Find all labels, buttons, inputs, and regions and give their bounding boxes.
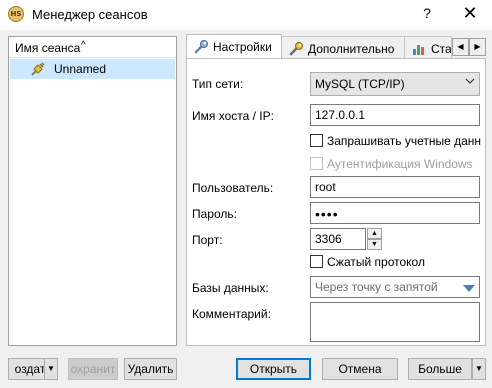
sort-ascending-icon: ^ <box>81 40 86 51</box>
windows-auth-label: Аутентификация Windows <box>327 157 473 171</box>
window-title: Менеджер сеансов <box>32 7 148 22</box>
compressed-protocol-label: Сжатый протокол <box>327 255 425 269</box>
host-label: Имя хоста / IP: <box>192 109 274 123</box>
chart-icon <box>413 45 424 55</box>
network-type-value: MySQL (TCP/IP) <box>315 77 405 91</box>
tab-label: Ста <box>431 42 452 56</box>
prompt-credentials-label: Запрашивать учетные данн <box>327 134 482 148</box>
open-button[interactable]: Открыть <box>236 358 311 380</box>
comment-label: Комментарий: <box>192 307 271 321</box>
session-item-unnamed[interactable]: Unnamed <box>10 59 175 79</box>
session-item-label: Unnamed <box>54 62 107 76</box>
tab-scroll-arrows: ◀ ▶ <box>452 38 486 56</box>
tab-strip: Дополнительно Ста Настройки <box>186 34 486 59</box>
tab-advanced[interactable]: Дополнительно <box>281 36 405 58</box>
close-button[interactable]: ✕ <box>462 3 478 24</box>
tab-label: Настройки <box>213 40 272 54</box>
host-input[interactable]: 127.0.0.1 <box>310 104 480 126</box>
delete-button[interactable]: Удалить <box>124 358 177 380</box>
tab-label: Дополнительно <box>308 42 395 56</box>
comment-textarea[interactable] <box>310 302 480 342</box>
network-type-label: Тип сети: <box>192 77 244 91</box>
new-session-dropdown-button[interactable]: ▼ <box>44 358 58 380</box>
dropdown-arrow-icon[interactable] <box>463 282 475 296</box>
title-bar: HS Менеджер сеансов ? ✕ <box>0 0 492 30</box>
app-logo-icon: HS <box>8 6 24 22</box>
tab-scroll-right-button[interactable]: ▶ <box>469 38 486 56</box>
session-list[interactable]: Имя сеанса ^ Unnamed <box>8 36 177 346</box>
wrench-icon <box>194 40 208 54</box>
databases-placeholder: Через точку с запятой <box>315 280 438 294</box>
port-label: Порт: <box>192 233 223 247</box>
compressed-protocol-checkbox-row[interactable]: Сжатый протокол <box>310 255 425 269</box>
port-decrement-button[interactable]: ▼ <box>367 239 382 250</box>
more-button[interactable]: Больше <box>408 358 472 380</box>
port-increment-button[interactable]: ▲ <box>367 228 382 239</box>
windows-auth-checkbox-row: Аутентификация Windows <box>310 157 473 171</box>
user-label: Пользователь: <box>192 181 274 195</box>
compressed-protocol-checkbox[interactable] <box>310 255 323 268</box>
tab-scroll-left-button[interactable]: ◀ <box>452 38 469 56</box>
tab-statistics[interactable]: Ста <box>404 36 452 58</box>
help-button[interactable]: ? <box>420 5 434 21</box>
more-dropdown-button[interactable]: ▼ <box>472 358 486 380</box>
tab-settings[interactable]: Настройки <box>186 34 282 59</box>
chevron-down-icon <box>465 76 475 89</box>
network-type-select[interactable]: MySQL (TCP/IP) <box>310 72 480 96</box>
databases-combo[interactable]: Через точку с запятой <box>310 276 480 298</box>
wrench-icon <box>289 42 303 56</box>
user-input[interactable]: root <box>310 176 480 198</box>
save-button: охранит <box>68 358 118 380</box>
session-name-column-header[interactable]: Имя сеанса <box>15 41 80 55</box>
port-input[interactable]: 3306 <box>310 228 366 250</box>
session-list-header[interactable]: Имя сеанса ^ <box>9 37 176 58</box>
databases-label: Базы данных: <box>192 281 269 295</box>
cancel-button[interactable]: Отмена <box>322 358 398 380</box>
prompt-credentials-checkbox[interactable] <box>310 134 323 147</box>
port-stepper[interactable]: ▲ ▼ <box>367 228 382 250</box>
prompt-credentials-checkbox-row[interactable]: Запрашивать учетные данн <box>310 134 481 148</box>
session-plug-icon <box>31 62 45 76</box>
windows-auth-checkbox <box>310 157 323 170</box>
password-input[interactable]: •••• <box>310 202 480 224</box>
password-label: Пароль: <box>192 207 237 221</box>
